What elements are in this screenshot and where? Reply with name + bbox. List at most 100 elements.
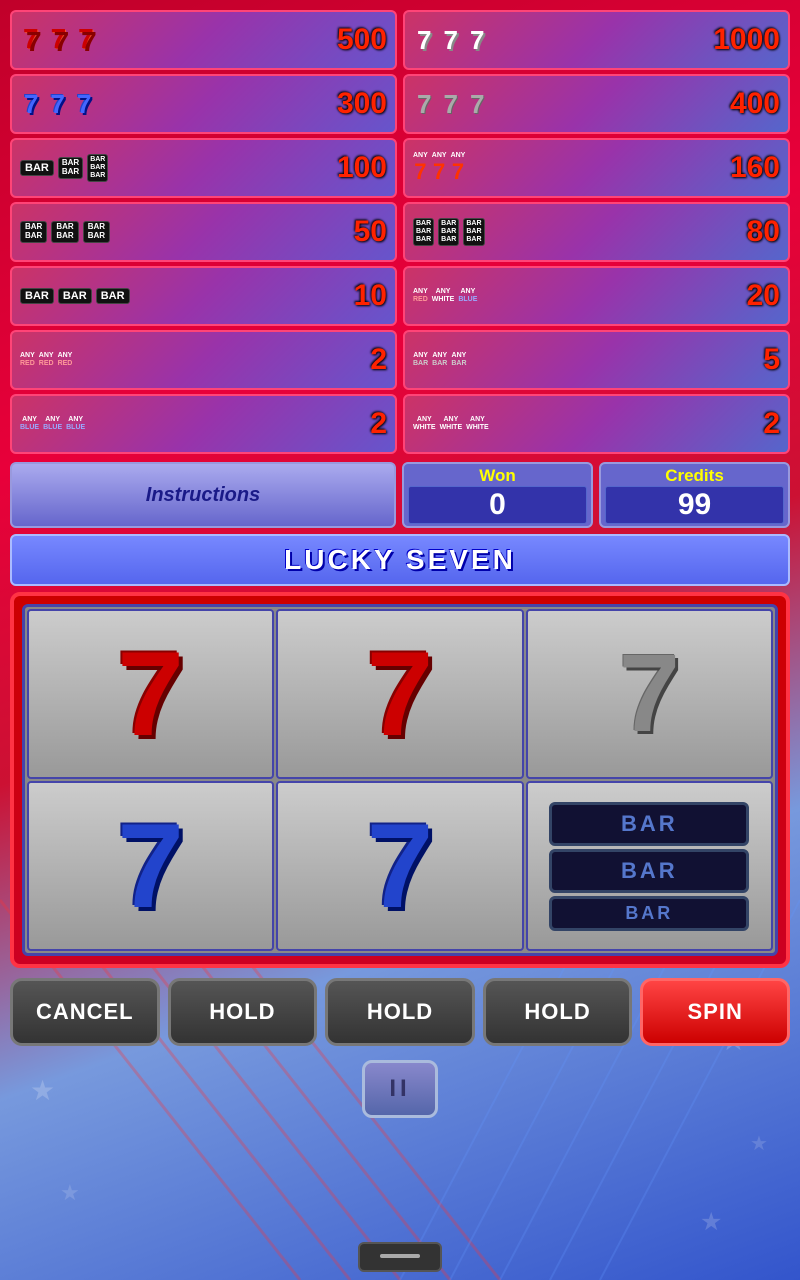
reel-sym-gray7-1: 7 <box>619 639 680 749</box>
pay-symbols-7l: ANY BLUE ANY BLUE ANY BLUE <box>20 416 85 431</box>
pay-value-7l: 2 <box>337 407 387 441</box>
pay-value-1l: 500 <box>337 23 387 57</box>
pay-value-7r: 2 <box>730 407 780 441</box>
pay-symbols-6r: ANY BAR ANY BAR ANY BAR <box>413 352 467 367</box>
pay-value-4l: 50 <box>337 215 387 249</box>
pay-left-1: 7 7 7 500 <box>10 10 397 70</box>
cancel-button[interactable]: CANCEL <box>10 978 160 1046</box>
sym-anywhite-3: ANY WHITE <box>440 416 463 431</box>
sym-anybar-2: ANY BAR <box>432 352 447 367</box>
pay-symbols-3r: ANY 7 ANY 7 ANY 7 <box>413 152 465 184</box>
reels-container: 7 7 7 7 7 BAR BAR BAR <box>10 592 790 968</box>
pay-value-5l: 10 <box>337 279 387 313</box>
paytable-row-1: 7 7 7 500 7 7 7 1000 <box>10 10 790 70</box>
won-label: Won <box>479 466 516 486</box>
paytable-row-2: 7 7 7 300 7 7 7 400 <box>10 74 790 134</box>
sym-seven-blue-3: 7 <box>73 89 95 119</box>
pay-right-4: BARBARBAR BARBARBAR BARBARBAR 80 <box>403 202 790 262</box>
sym-bar-single-1: BAR <box>20 160 54 176</box>
svg-text:★: ★ <box>60 1180 80 1205</box>
instructions-button[interactable]: Instructions <box>10 462 396 528</box>
pay-left-2: 7 7 7 300 <box>10 74 397 134</box>
pay-symbols-7r: ANY WHITE ANY WHITE ANY WHITE <box>413 416 489 431</box>
hold3-button[interactable]: HOLD <box>483 978 633 1046</box>
pay-value-2r: 400 <box>730 87 780 121</box>
sym-anyred-3: ANY RED <box>39 352 54 367</box>
won-display: Won 0 <box>402 462 593 528</box>
sym-anyred-4: ANY RED <box>58 352 73 367</box>
reel-sym-blue7-2: 7 <box>367 806 434 926</box>
credits-value: 99 <box>605 486 784 524</box>
sym-bar-single-2: BAR <box>20 288 54 304</box>
pay-right-2: 7 7 7 400 <box>403 74 790 134</box>
pay-symbols-4l: BARBAR BARBAR BARBAR <box>20 221 110 243</box>
hold1-button[interactable]: HOLD <box>168 978 318 1046</box>
sym-bar-triple-4: BARBARBAR <box>463 218 484 245</box>
sym-any7-3: ANY 7 <box>451 152 466 184</box>
pause-area: II <box>10 1060 790 1118</box>
credits-display: Credits 99 <box>599 462 790 528</box>
sym-bar-single-3: BAR <box>58 288 92 304</box>
sym-seven-white-2: 7 <box>439 25 461 55</box>
pay-right-7: ANY WHITE ANY WHITE ANY WHITE 2 <box>403 394 790 454</box>
pay-value-5r: 20 <box>730 279 780 313</box>
sym-seven-white-1: 7 <box>413 25 435 55</box>
sym-anyred-2: ANY RED <box>20 352 35 367</box>
sym-anyred-1: ANY RED <box>413 288 428 303</box>
pause-button[interactable]: II <box>362 1060 437 1118</box>
pay-value-1r: 1000 <box>713 23 780 57</box>
pay-left-4: BARBAR BARBAR BARBAR 50 <box>10 202 397 262</box>
reel-bar-1: BAR <box>549 802 749 846</box>
pay-symbols-4r: BARBARBAR BARBARBAR BARBARBAR <box>413 218 485 245</box>
pay-value-4r: 80 <box>730 215 780 249</box>
pay-symbols-2r: 7 7 7 <box>413 89 488 119</box>
controls: CANCEL HOLD HOLD HOLD SPIN <box>10 978 790 1046</box>
sym-anywhite-4: ANY WHITE <box>466 416 489 431</box>
paytable: 7 7 7 500 7 7 7 1000 7 7 <box>10 10 790 454</box>
sym-bar-double-4: BARBAR <box>83 221 110 243</box>
pay-left-7: ANY BLUE ANY BLUE ANY BLUE 2 <box>10 394 397 454</box>
sym-seven-red-2: 7 <box>48 24 72 56</box>
sym-anywhite-1: ANY WHITE <box>432 288 455 303</box>
pay-right-6: ANY BAR ANY BAR ANY BAR 5 <box>403 330 790 390</box>
reel-cell-r2c3: BAR BAR BAR <box>526 781 773 951</box>
reel-bar-2: BAR <box>549 849 749 893</box>
reel-sym-red7-2: 7 <box>367 634 434 754</box>
pay-value-3r: 160 <box>730 151 780 185</box>
reel-sym-blue7-1: 7 <box>117 806 184 926</box>
pay-symbols-1l: 7 7 7 <box>20 24 99 56</box>
reel-sym-red7-1: 7 <box>117 634 184 754</box>
pay-value-2l: 300 <box>337 87 387 121</box>
sym-bar-triple-1: BARBARBAR <box>87 154 108 181</box>
reel-cell-r1c3: 7 <box>526 609 773 779</box>
sym-anyblue-4: ANY BLUE <box>66 416 85 431</box>
pay-left-6: ANY RED ANY RED ANY RED 2 <box>10 330 397 390</box>
svg-text:★: ★ <box>750 1133 768 1155</box>
sym-anywhite-2: ANY WHITE <box>413 416 436 431</box>
sym-any7-2: ANY 7 <box>432 152 447 184</box>
pay-symbols-5l: BAR BAR BAR <box>20 288 130 304</box>
paytable-row-6: ANY RED ANY RED ANY RED 2 <box>10 330 790 390</box>
sym-bar-triple-2: BARBARBAR <box>413 218 434 245</box>
pay-symbols-1r: 7 7 7 <box>413 25 488 55</box>
sym-anyblue-3: ANY BLUE <box>43 416 62 431</box>
reel-cell-r2c2: 7 <box>276 781 523 951</box>
sym-seven-gray-2: 7 <box>439 89 461 119</box>
paytable-row-5: BAR BAR BAR 10 ANY RED ANY WHITE <box>10 266 790 326</box>
reel-cell-r1c2: 7 <box>276 609 523 779</box>
sym-anyblue-1: ANY BLUE <box>458 288 477 303</box>
reel-bar-3: BAR <box>549 896 749 931</box>
pay-symbols-2l: 7 7 7 <box>20 89 95 119</box>
credits-label: Credits <box>665 466 724 486</box>
info-bar: Instructions Won 0 Credits 99 <box>10 462 790 528</box>
game-name: LUCKY SEVEN <box>10 534 790 586</box>
paytable-row-4: BARBAR BARBAR BARBAR 50 BARBARBAR BARBAR… <box>10 202 790 262</box>
hold2-button[interactable]: HOLD <box>325 978 475 1046</box>
sym-seven-blue-2: 7 <box>46 89 68 119</box>
reels-grid: 7 7 7 7 7 BAR BAR BAR <box>22 604 778 956</box>
sym-seven-gray-3: 7 <box>466 89 488 119</box>
pay-value-6r: 5 <box>730 343 780 377</box>
spin-button[interactable]: SPIN <box>640 978 790 1046</box>
paytable-row-7: ANY BLUE ANY BLUE ANY BLUE 2 <box>10 394 790 454</box>
sym-seven-white-3: 7 <box>466 25 488 55</box>
